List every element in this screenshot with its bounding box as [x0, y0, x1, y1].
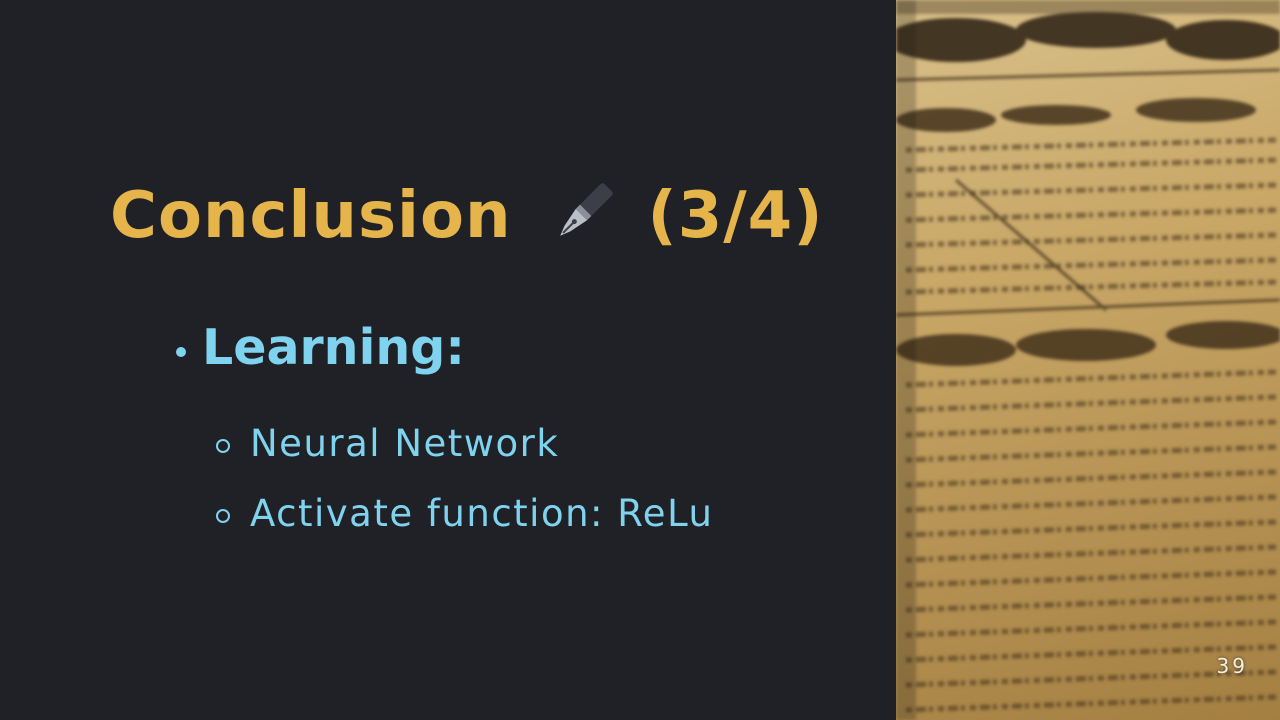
bullet-dot-icon: [176, 347, 186, 357]
slide-title: Conclusion (3/4): [110, 176, 823, 256]
subbullet-item: Neural Network: [216, 420, 559, 468]
bullet-text: Learning:: [202, 319, 465, 376]
bullet-circle-icon: [216, 508, 230, 523]
subbullet-item: Activate function: ReLu: [216, 490, 714, 538]
subbullet-text: Activate function: ReLu: [250, 492, 714, 535]
bullet-learning: Learning:: [176, 316, 465, 380]
title-text: Conclusion: [110, 179, 512, 253]
newspaper-texture: [896, 0, 1280, 720]
newspaper-photo: 39: [896, 0, 1280, 720]
fountain-pen-icon: [559, 183, 613, 236]
page-number: 39: [1216, 654, 1248, 678]
slide: Conclusion (3/4) Learning: Neural Networ…: [0, 0, 1280, 720]
title-suffix: (3/4): [647, 179, 824, 253]
bullet-circle-icon: [216, 438, 230, 453]
subbullet-text: Neural Network: [250, 422, 560, 465]
